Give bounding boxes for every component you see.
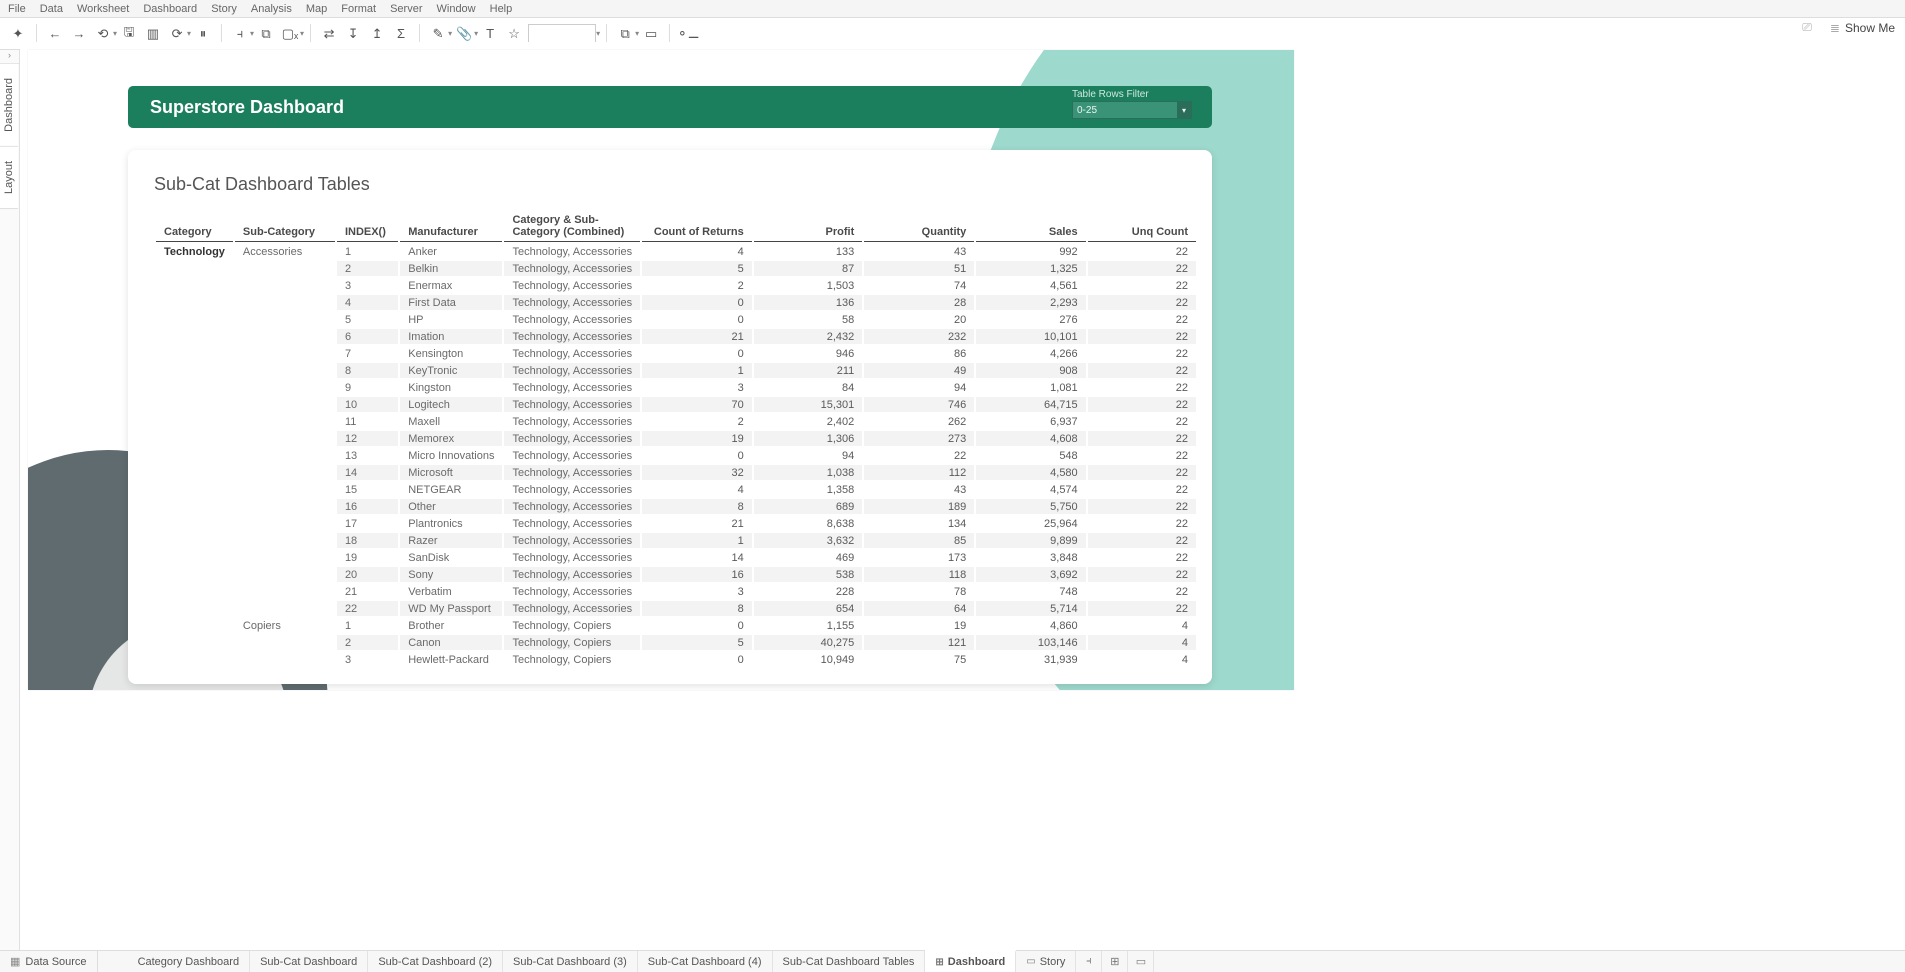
table-row[interactable]: 8KeyTronicTechnology, Accessories1211499… xyxy=(156,363,1196,378)
separator xyxy=(419,24,420,44)
table-row[interactable]: 3Hewlett-PackardTechnology, Copiers010,9… xyxy=(156,652,1196,667)
sheet-tab[interactable]: Sub-Cat Dashboard (2) xyxy=(368,951,503,972)
separator xyxy=(310,24,311,44)
new-story-button[interactable]: ▭ xyxy=(1128,951,1154,972)
col-category[interactable]: Category xyxy=(156,211,233,242)
crosstab[interactable]: Category Sub-Category INDEX() Manufactur… xyxy=(154,209,1198,669)
table-row[interactable]: 5HPTechnology, Accessories0582027622 xyxy=(156,312,1196,327)
table-row[interactable]: 10LogitechTechnology, Accessories7015,30… xyxy=(156,397,1196,412)
table-row[interactable]: Copiers1BrotherTechnology, Copiers01,155… xyxy=(156,618,1196,633)
sheet-tab-story[interactable]: ▭ Story xyxy=(1016,951,1076,972)
data-source-tab[interactable]: ▦ Data Source xyxy=(0,951,98,972)
dashboard-header: Superstore Dashboard Table Rows Filter 0… xyxy=(128,86,1212,128)
table-row[interactable]: TechnologyAccessories1AnkerTechnology, A… xyxy=(156,244,1196,259)
chevron-down-icon: ▾ xyxy=(1177,102,1191,118)
col-manufacturer[interactable]: Manufacturer xyxy=(400,211,502,242)
sheet-tab[interactable]: Sub-Cat Dashboard xyxy=(250,951,368,972)
table-row[interactable]: 16OtherTechnology, Accessories86891895,7… xyxy=(156,499,1196,514)
menu-window[interactable]: Window xyxy=(437,3,476,15)
col-quantity[interactable]: Quantity xyxy=(864,211,974,242)
col-returns[interactable]: Count of Returns xyxy=(642,211,752,242)
side-tab-dashboard[interactable]: Dashboard xyxy=(0,64,18,147)
menu-worksheet[interactable]: Worksheet xyxy=(77,3,129,15)
table-row[interactable]: 20SonyTechnology, Accessories165381183,6… xyxy=(156,567,1196,582)
sheet-tab-active[interactable]: ⊞ Dashboard xyxy=(925,950,1016,972)
filter-container: Table Rows Filter 0-25 ▾ xyxy=(1072,89,1202,119)
show-me-label: Show Me xyxy=(1845,21,1895,35)
show-me-button[interactable]: ⎚ ≣ Show Me xyxy=(1802,20,1895,35)
table-row[interactable]: 9KingstonTechnology, Accessories384941,0… xyxy=(156,380,1196,395)
menu-analysis[interactable]: Analysis xyxy=(251,3,292,15)
data-source-label: Data Source xyxy=(25,956,86,968)
table-row[interactable]: 3EnermaxTechnology, Accessories21,503744… xyxy=(156,278,1196,293)
sheet-tab[interactable]: Sub-Cat Dashboard (3) xyxy=(503,951,638,972)
col-subcategory[interactable]: Sub-Category xyxy=(235,211,335,242)
separator xyxy=(36,24,37,44)
presentation-mode-icon[interactable]: ⎚ xyxy=(1802,20,1812,35)
separator xyxy=(606,24,607,44)
sheet-tab[interactable]: Sub-Cat Dashboard (4) xyxy=(638,951,773,972)
table-row[interactable]: 18RazerTechnology, Accessories13,632859,… xyxy=(156,533,1196,548)
table-row[interactable]: 22WD My PassportTechnology, Accessories8… xyxy=(156,601,1196,616)
menu-dashboard[interactable]: Dashboard xyxy=(143,3,197,15)
menu-data[interactable]: Data xyxy=(40,3,63,15)
sheet-tab[interactable]: Category Dashboard xyxy=(128,951,251,972)
separator xyxy=(221,24,222,44)
menu-bar: File Data Worksheet Dashboard Story Anal… xyxy=(0,0,1905,18)
col-profit[interactable]: Profit xyxy=(754,211,863,242)
col-sales[interactable]: Sales xyxy=(976,211,1085,242)
table-row[interactable]: 14MicrosoftTechnology, Accessories321,03… xyxy=(156,465,1196,480)
col-combined[interactable]: Category & Sub-Category (Combined) xyxy=(504,211,640,242)
menu-format[interactable]: Format xyxy=(341,3,376,15)
sheet-tab[interactable]: Sub-Cat Dashboard Tables xyxy=(773,951,926,972)
table-row[interactable]: 7KensingtonTechnology, Accessories094686… xyxy=(156,346,1196,361)
menu-story[interactable]: Story xyxy=(211,3,237,15)
table-row[interactable]: 15NETGEARTechnology, Accessories41,35843… xyxy=(156,482,1196,497)
table-card: Sub-Cat Dashboard Tables Category Sub-Ca… xyxy=(128,150,1212,684)
filter-value: 0-25 xyxy=(1077,105,1097,116)
story-icon: ▭ xyxy=(1026,956,1035,967)
table-row[interactable]: 19SanDiskTechnology, Accessories14469173… xyxy=(156,550,1196,565)
table-row[interactable]: 6ImationTechnology, Accessories212,43223… xyxy=(156,329,1196,344)
dashboard-canvas[interactable]: Superstore Dashboard Table Rows Filter 0… xyxy=(28,50,1294,690)
data-source-icon: ▦ xyxy=(10,955,20,968)
side-panel: › Dashboard Layout xyxy=(0,50,20,950)
table-row[interactable]: 21VerbatimTechnology, Accessories3228787… xyxy=(156,584,1196,599)
table-row[interactable]: 17PlantronicsTechnology, Accessories218,… xyxy=(156,516,1196,531)
menu-server[interactable]: Server xyxy=(390,3,422,15)
sheet-tab-label: Story xyxy=(1040,956,1066,968)
show-me-icon: ≣ xyxy=(1830,21,1840,35)
table-row[interactable]: 2CanonTechnology, Copiers540,275121103,1… xyxy=(156,635,1196,650)
new-worksheet-button[interactable]: ⫞ xyxy=(1076,951,1102,972)
header-row: Category Sub-Category INDEX() Manufactur… xyxy=(156,211,1196,242)
col-index[interactable]: INDEX() xyxy=(337,211,398,242)
table-row[interactable]: 11MaxellTechnology, Accessories22,402262… xyxy=(156,414,1196,429)
dashboard-icon: ⊞ xyxy=(935,957,943,968)
table-row[interactable]: 12MemorexTechnology, Accessories191,3062… xyxy=(156,431,1196,446)
sheet-tab-label: Dashboard xyxy=(948,956,1005,968)
filter-dropdown[interactable]: 0-25 ▾ xyxy=(1072,101,1192,119)
col-unq[interactable]: Unq Count xyxy=(1088,211,1196,242)
sheet-tab-bar: ▦ Data Source Category Dashboard Sub-Cat… xyxy=(0,950,1905,972)
menu-file[interactable]: File xyxy=(8,3,26,15)
table-row[interactable]: 2BelkinTechnology, Accessories587511,325… xyxy=(156,261,1196,276)
dashboard-viewport: Superstore Dashboard Table Rows Filter 0… xyxy=(20,42,1905,950)
menu-map[interactable]: Map xyxy=(306,3,327,15)
new-dashboard-button[interactable]: ⊞ xyxy=(1102,951,1128,972)
dashboard-title: Superstore Dashboard xyxy=(150,97,344,118)
filter-label: Table Rows Filter xyxy=(1072,89,1202,100)
table-row[interactable]: 4First DataTechnology, Accessories013628… xyxy=(156,295,1196,310)
side-tab-layout[interactable]: Layout xyxy=(0,147,18,209)
card-title: Sub-Cat Dashboard Tables xyxy=(154,174,1198,195)
search-input[interactable] xyxy=(528,24,596,44)
menu-help[interactable]: Help xyxy=(490,3,513,15)
table-row[interactable]: 13Micro InnovationsTechnology, Accessori… xyxy=(156,448,1196,463)
separator xyxy=(669,24,670,44)
collapse-icon[interactable]: › xyxy=(0,50,19,64)
